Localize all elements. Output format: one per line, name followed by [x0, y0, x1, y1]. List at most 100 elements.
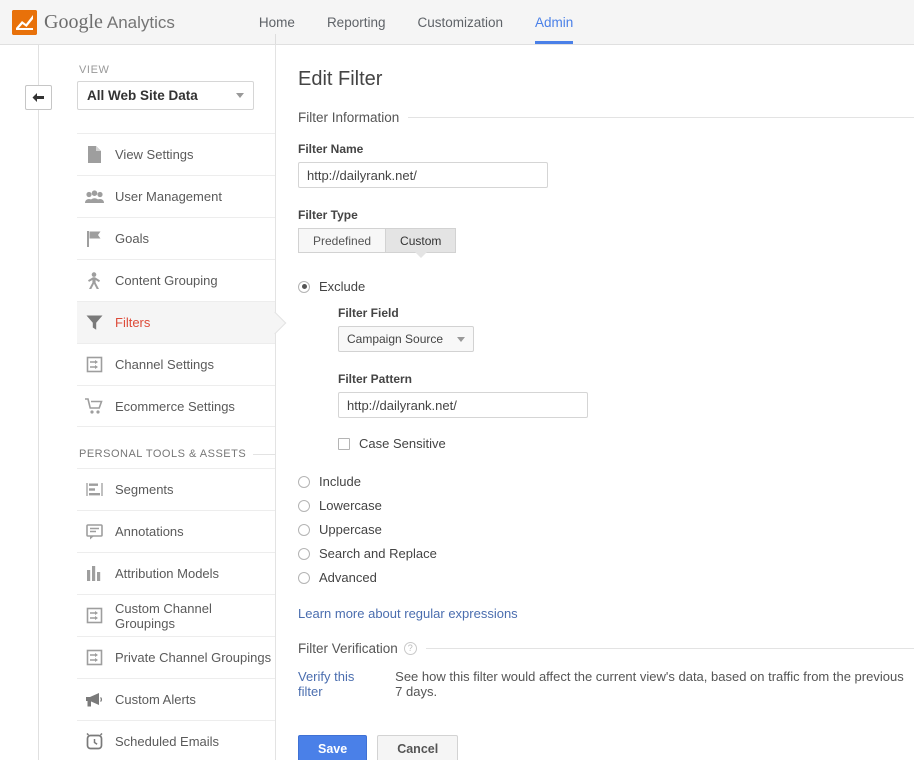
sidebar-item-custom-channel-groupings[interactable]: Custom Channel Groupings [77, 594, 275, 636]
filter-information-heading: Filter Information [298, 110, 400, 125]
radio-lowercase-indicator [298, 499, 310, 512]
section-title: PERSONAL TOOLS & ASSETS [79, 448, 247, 460]
sidebar-item-ecommerce-settings[interactable]: Ecommerce Settings [77, 385, 275, 427]
section-divider [425, 648, 914, 649]
radio-include-indicator [298, 475, 310, 488]
sidebar-label: Content Grouping [115, 273, 218, 288]
verify-this-filter-link[interactable]: Verify this filter [298, 669, 377, 699]
channel-arrows-icon [81, 356, 107, 373]
main-content: Edit Filter Filter Information Filter Na… [276, 45, 914, 760]
admin-sidebar: VIEW All Web Site Data View Settings Use… [77, 45, 287, 760]
channel-arrows-icon [81, 607, 107, 624]
sidebar-item-attribution-models[interactable]: Attribution Models [77, 552, 275, 594]
megaphone-icon [81, 692, 107, 707]
sidebar-item-custom-alerts[interactable]: Custom Alerts [77, 678, 275, 720]
verify-row: Verify this filter See how this filter w… [298, 669, 914, 699]
funnel-icon [81, 314, 107, 331]
filter-verification-heading: Filter Verification [298, 641, 398, 656]
sidebar-item-segments[interactable]: Segments [77, 468, 275, 510]
form-actions: Save Cancel [298, 735, 914, 760]
case-sensitive-label: Case Sensitive [359, 436, 446, 451]
brand-google: Google [44, 10, 103, 33]
sidebar-label: Scheduled Emails [115, 733, 220, 749]
sidebar-label: Channel Settings [115, 357, 215, 372]
save-button[interactable]: Save [298, 735, 368, 760]
back-arrow-button[interactable] [25, 85, 52, 110]
sidebar-label: Attribution Models [115, 566, 220, 581]
sidebar-item-private-channel-groupings[interactable]: Private Channel Groupings [77, 636, 275, 678]
radio-uppercase[interactable]: Uppercase [298, 522, 914, 537]
radio-lowercase-label: Lowercase [319, 498, 382, 513]
sidebar-label: Custom Alerts [115, 692, 196, 707]
sidebar-item-user-management[interactable]: User Management [77, 175, 275, 217]
radio-include[interactable]: Include [298, 474, 914, 489]
nav-reporting[interactable]: Reporting [311, 0, 402, 44]
nav-admin[interactable]: Admin [519, 0, 589, 44]
brand-logo-area[interactable]: Google Analytics [12, 0, 175, 44]
sidebar-item-content-grouping[interactable]: Content Grouping [77, 259, 275, 301]
alarm-clock-icon [81, 732, 107, 750]
exclude-option-group: Exclude Filter Field Campaign Source Fil… [298, 279, 914, 451]
filter-information-section-header: Filter Information [298, 110, 914, 125]
analytics-logo-icon [12, 9, 37, 35]
sidebar-item-channel-settings[interactable]: Channel Settings [77, 343, 275, 385]
sidebar-label: Goals [115, 231, 149, 246]
radio-lowercase[interactable]: Lowercase [298, 498, 914, 513]
nav-home[interactable]: Home [243, 0, 311, 44]
sidebar-item-filters[interactable]: Filters [77, 301, 287, 343]
question-mark-icon[interactable]: ? [403, 642, 417, 655]
radio-exclude-label: Exclude [319, 279, 366, 294]
top-navigation: Home Reporting Customization Admin [243, 0, 589, 44]
regex-help-link[interactable]: Learn more about regular expressions [298, 606, 518, 621]
nav-customization[interactable]: Customization [401, 0, 519, 44]
sidebar-label: Annotations [115, 524, 184, 539]
regex-link-row: Learn more about regular expressions [298, 606, 914, 621]
page-shell: VIEW All Web Site Data View Settings Use… [0, 45, 914, 760]
sidebar-label: Segments [115, 482, 174, 497]
brand-product: Analytics [106, 12, 175, 32]
person-walking-icon [81, 271, 107, 290]
page-title: Edit Filter [298, 68, 383, 90]
filter-field-label: Filter Field [338, 306, 399, 320]
rail-line [38, 45, 39, 760]
section-divider [408, 117, 914, 118]
radio-exclude-indicator [298, 280, 310, 293]
chevron-down-icon [457, 336, 466, 342]
filter-pattern-input[interactable] [338, 392, 588, 418]
view-selector-value: All Web Site Data [87, 88, 198, 103]
view-selector[interactable]: All Web Site Data [77, 81, 254, 110]
segments-icon [81, 482, 107, 497]
shopping-cart-icon [81, 398, 107, 414]
bar-chart-icon [81, 566, 107, 581]
filter-name-input[interactable] [298, 162, 548, 188]
sidebar-label: Ecommerce Settings [115, 398, 235, 414]
sidebar-label: View Settings [115, 147, 194, 162]
personal-tools-nav: Segments Annotations Attribution Models … [77, 468, 275, 760]
verify-note: See how this filter would affect the cur… [395, 669, 904, 699]
radio-exclude[interactable]: Exclude [298, 279, 914, 294]
channel-arrows-icon [81, 649, 107, 666]
sidebar-item-annotations[interactable]: Annotations [77, 510, 275, 552]
case-sensitive-checkbox[interactable] [338, 437, 350, 450]
radio-search-and-replace[interactable]: Search and Replace [298, 546, 914, 561]
sidebar-item-goals[interactable]: Goals [77, 217, 275, 259]
tab-custom[interactable]: Custom [386, 228, 457, 258]
sidebar-item-view-settings[interactable]: View Settings [77, 133, 275, 175]
filter-type-label: Filter Type [298, 208, 358, 222]
chevron-down-icon [236, 93, 244, 98]
filter-verification-section-header: Filter Verification ? [298, 641, 914, 656]
radio-search-and-replace-label: Search and Replace [319, 546, 437, 561]
brand-title: Google Analytics [44, 11, 175, 34]
filter-field-select[interactable]: Campaign Source [338, 326, 475, 352]
cancel-button[interactable]: Cancel [377, 735, 459, 760]
radio-uppercase-label: Uppercase [319, 522, 382, 537]
radio-advanced-label: Advanced [319, 570, 377, 585]
radio-advanced-indicator [298, 571, 310, 584]
comment-icon [81, 523, 107, 540]
tab-predefined[interactable]: Predefined [298, 228, 387, 253]
sidebar-item-scheduled-emails[interactable]: Scheduled Emails [77, 720, 275, 760]
section-divider [253, 453, 275, 455]
radio-advanced[interactable]: Advanced [298, 570, 914, 585]
case-sensitive-row[interactable]: Case Sensitive [338, 436, 914, 451]
radio-uppercase-indicator [298, 523, 310, 536]
